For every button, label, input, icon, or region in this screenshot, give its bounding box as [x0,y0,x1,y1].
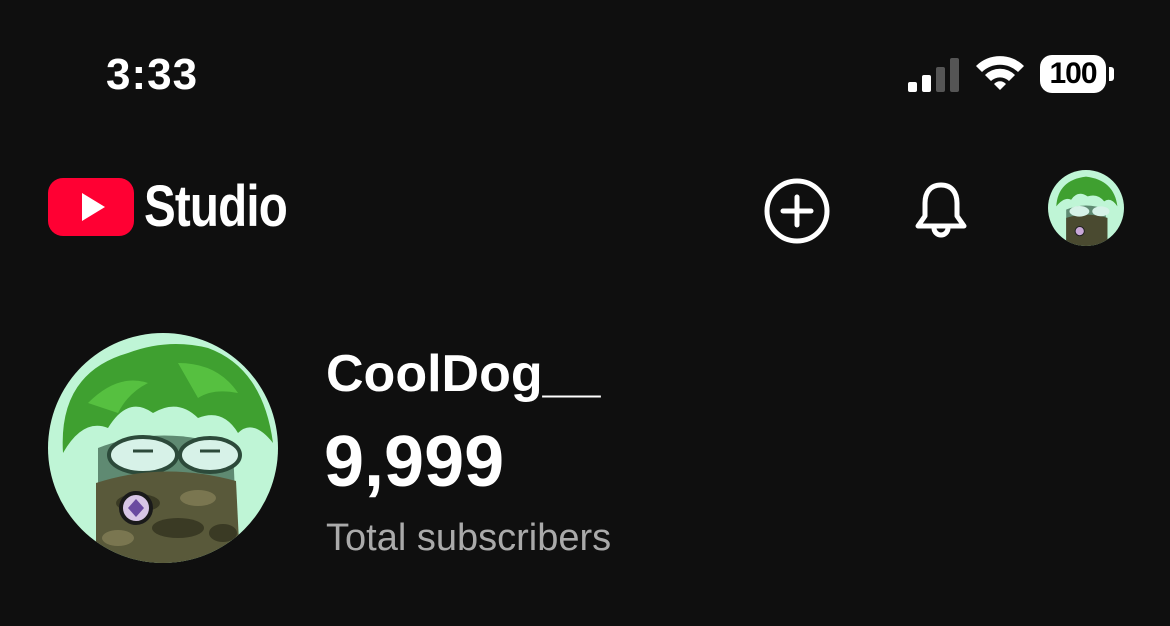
status-bar: 3:33 100 [0,0,1170,150]
battery-indicator: 100 [1040,55,1106,93]
cellular-signal-icon [908,58,959,92]
create-button[interactable] [762,176,832,246]
app-header: Studio [0,150,1170,270]
subscriber-label: Total subscribers [326,517,612,559]
studio-logo[interactable]: Studio [48,176,318,238]
channel-profile: CoolDog__ 9,999 Total subscribers [0,330,1170,570]
bell-icon [915,182,967,238]
channel-name: CoolDog__ [326,345,601,403]
battery-nub [1109,67,1114,81]
plus-circle-icon [764,178,830,244]
youtube-play-icon [48,178,134,236]
logo-text: Studio [144,174,288,239]
wifi-icon [976,56,1024,90]
avatar [1048,170,1124,246]
channel-avatar[interactable] [48,333,278,563]
subscriber-count: 9,999 [324,422,505,502]
account-avatar[interactable] [1048,170,1124,246]
notifications-button[interactable] [906,176,976,246]
status-time: 3:33 [106,50,199,99]
